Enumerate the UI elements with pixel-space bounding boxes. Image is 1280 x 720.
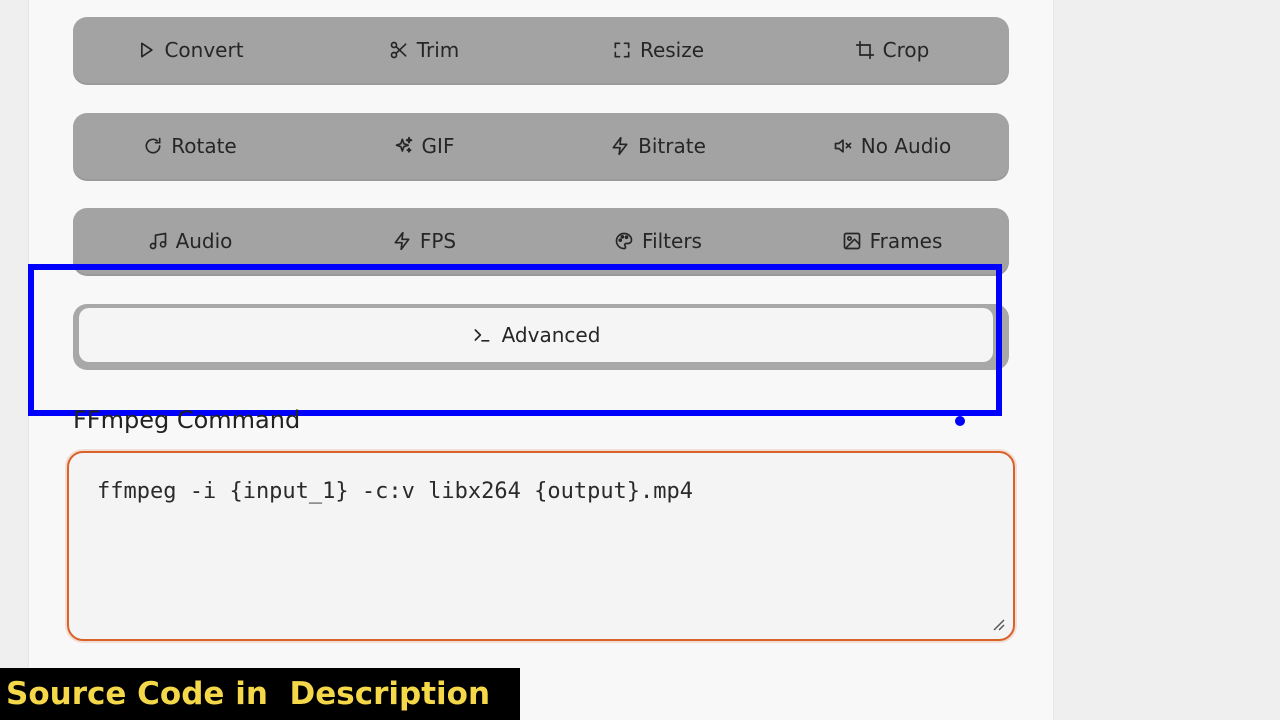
rotate-label: Rotate <box>171 134 237 158</box>
operation-row-3: Audio FPS Filters Frames <box>73 208 1009 274</box>
lightning-icon <box>394 231 410 251</box>
no-audio-label: No Audio <box>860 134 952 158</box>
bitrate-label: Bitrate <box>638 134 706 158</box>
sparkles-icon <box>395 136 412 153</box>
trim-label: Trim <box>416 38 460 62</box>
advanced-button-frame: Advanced <box>73 304 1009 370</box>
resize-button[interactable]: Resize <box>541 17 775 83</box>
audio-label: Audio <box>175 229 233 253</box>
advanced-label: Advanced <box>501 323 601 347</box>
rotate-button[interactable]: Rotate <box>73 113 307 179</box>
fps-button[interactable]: FPS <box>307 208 541 274</box>
frames-button[interactable]: Frames <box>775 208 1009 274</box>
source-code-banner: Source Code in Description <box>0 668 520 720</box>
play-icon <box>141 42 154 58</box>
bitrate-button[interactable]: Bitrate <box>541 113 775 179</box>
advanced-button[interactable]: Advanced <box>79 308 993 362</box>
operation-row-2: Rotate GIF Bitrate No Audio <box>73 113 1009 179</box>
crop-icon <box>855 40 874 60</box>
indicator-dot <box>955 416 965 426</box>
palette-icon <box>615 232 633 250</box>
rotate-icon <box>145 137 161 154</box>
gif-button[interactable]: GIF <box>307 113 541 179</box>
ffmpeg-command-textarea[interactable]: ffmpeg -i {input_1} -c:v libx264 {output… <box>67 451 1015 641</box>
convert-label: Convert <box>164 38 244 62</box>
operation-row-1: Convert Trim Resize Crop <box>73 17 1009 83</box>
terminal-icon <box>474 329 490 342</box>
filters-label: Filters <box>642 229 702 253</box>
ffmpeg-command-text: ffmpeg -i {input_1} -c:v libx264 {output… <box>97 479 694 504</box>
crop-button[interactable]: Crop <box>775 17 1009 83</box>
lightning-icon <box>612 136 628 156</box>
image-icon <box>843 232 860 250</box>
gif-label: GIF <box>421 134 455 158</box>
no-audio-button[interactable]: No Audio <box>775 113 1009 179</box>
resize-label: Resize <box>639 38 705 62</box>
fps-label: FPS <box>419 229 457 253</box>
ffmpeg-command-label: FFmpeg Command <box>73 406 301 434</box>
resize-frame-icon <box>614 42 630 58</box>
crop-label: Crop <box>882 38 930 62</box>
convert-button[interactable]: Convert <box>73 17 307 83</box>
audio-button[interactable]: Audio <box>73 208 307 274</box>
filters-button[interactable]: Filters <box>541 208 775 274</box>
scissors-icon <box>390 41 407 59</box>
frames-label: Frames <box>869 229 943 253</box>
resize-grip-icon[interactable] <box>991 617 1005 631</box>
volume-mute-icon <box>834 139 852 153</box>
trim-button[interactable]: Trim <box>307 17 541 83</box>
music-note-icon <box>149 232 166 250</box>
